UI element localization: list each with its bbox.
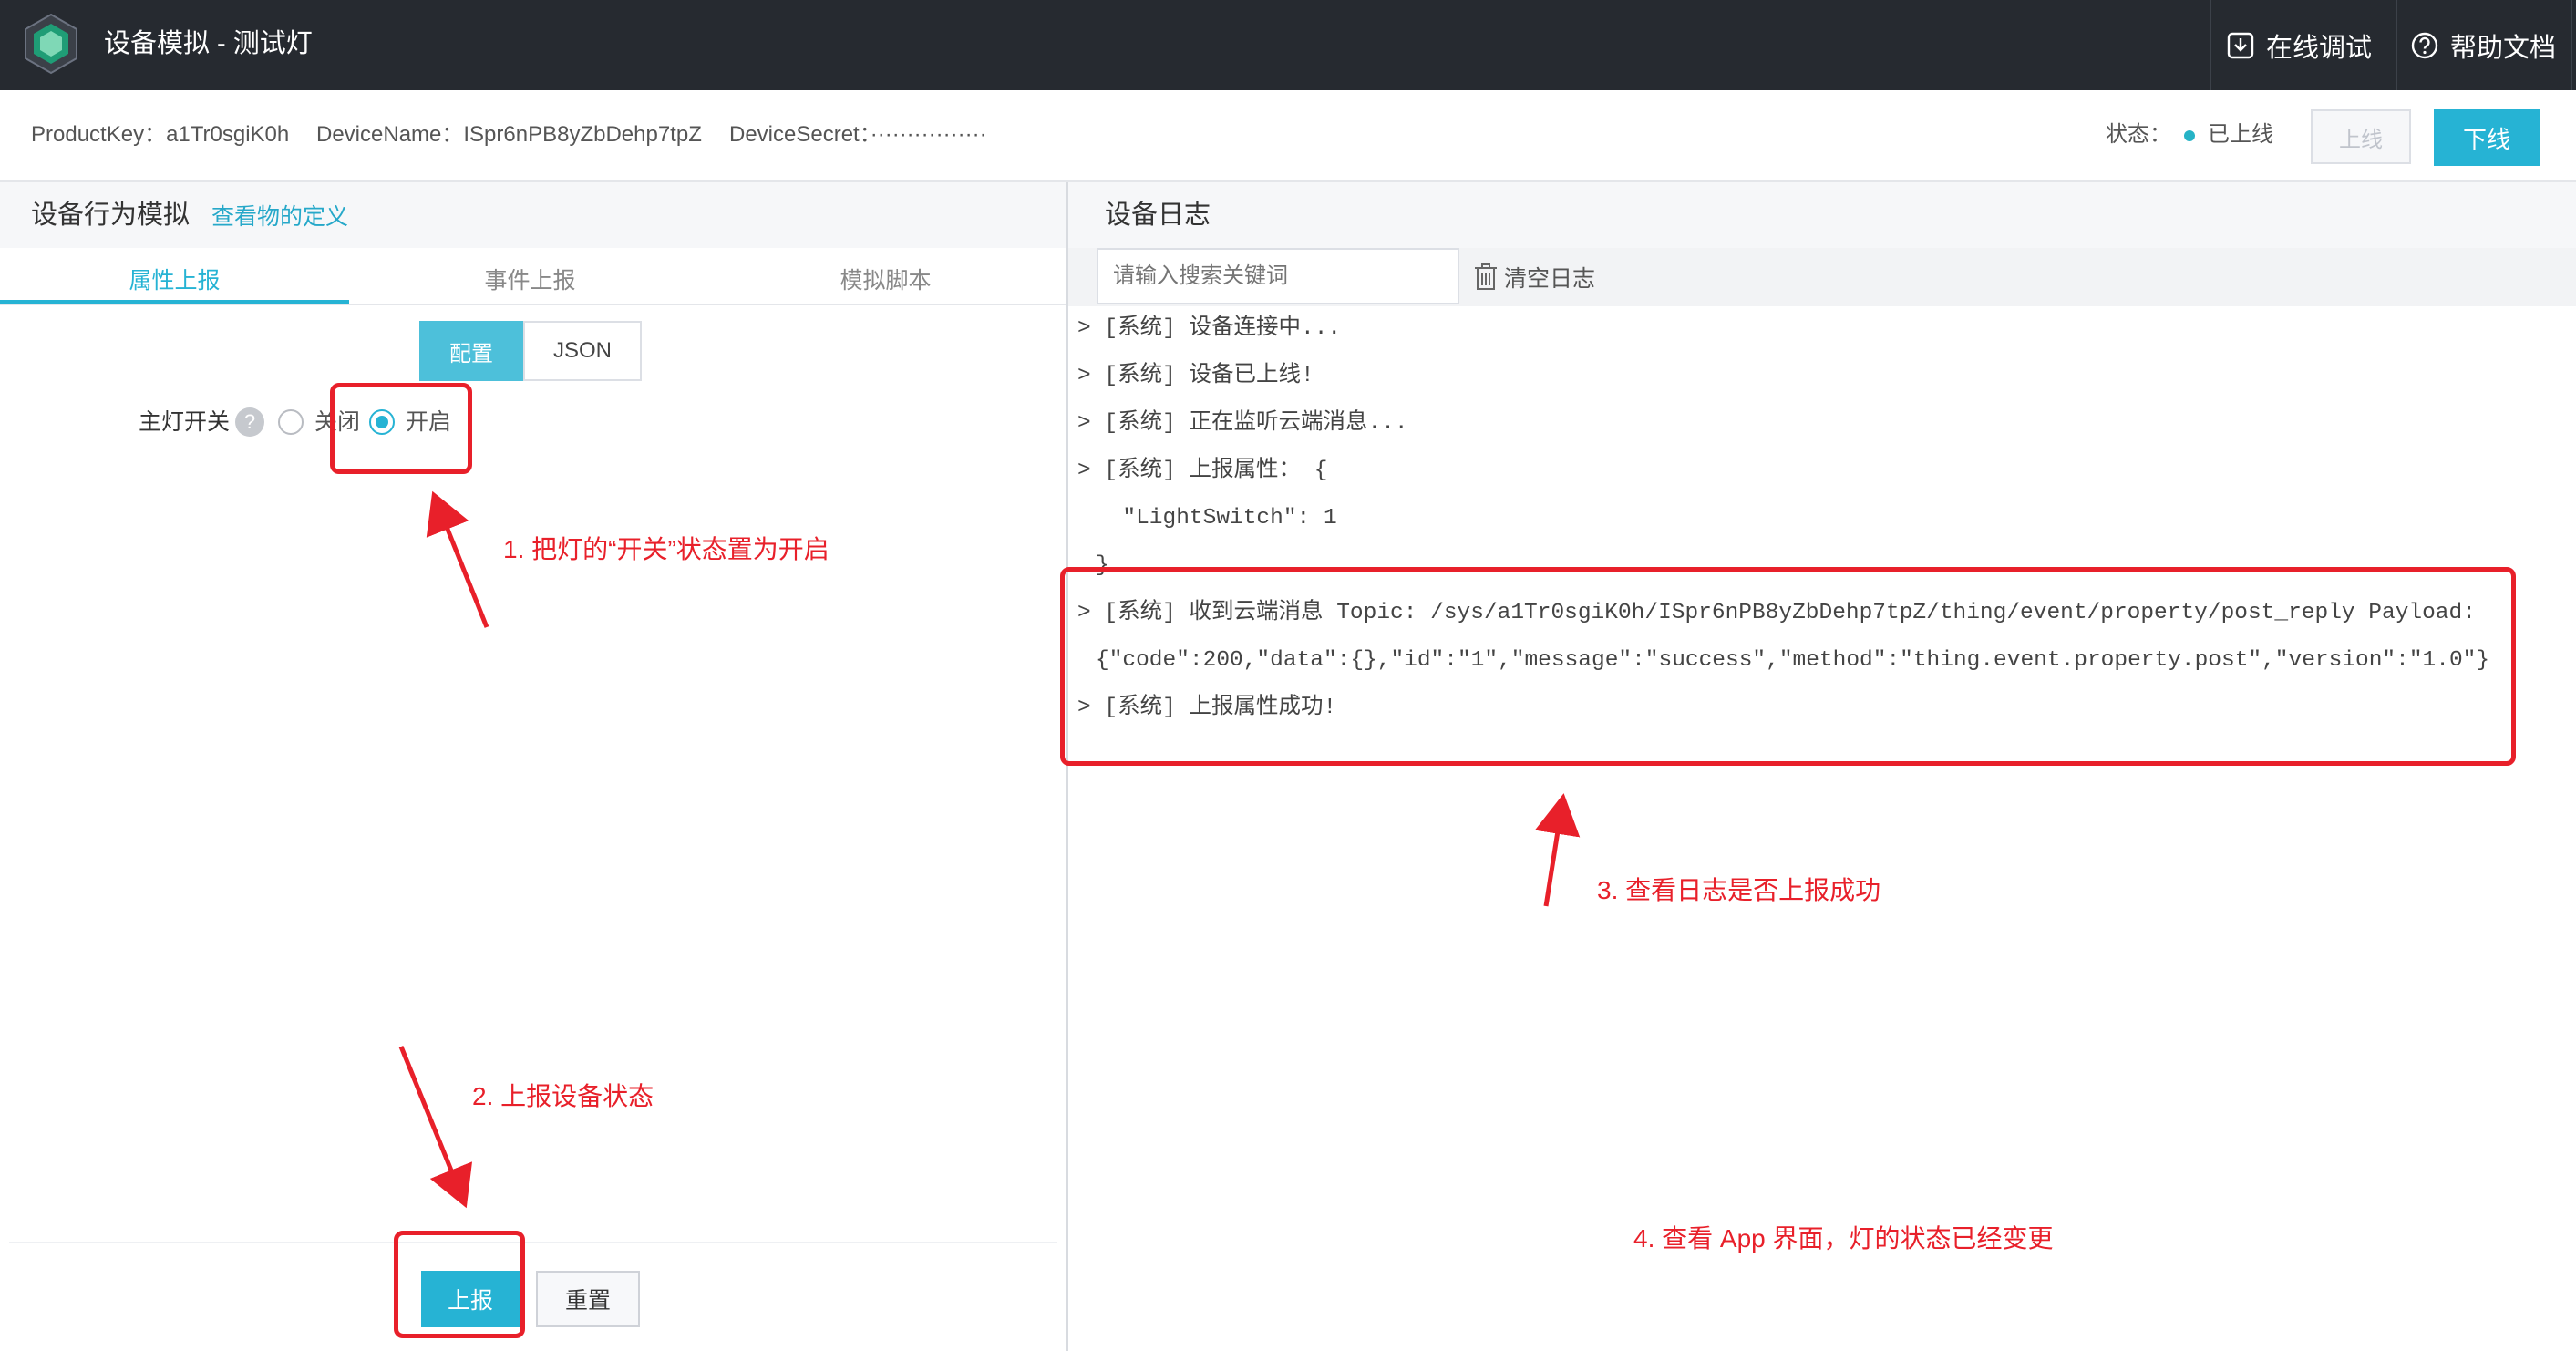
status-value: 已上线	[2208, 122, 2273, 147]
debug-download-icon	[2227, 32, 2254, 58]
device-name: DeviceName：ISpr6nPB8yZbDehp7tpZ	[316, 122, 702, 147]
topbar-divider	[2210, 0, 2211, 90]
topbar-divider	[2571, 0, 2572, 90]
reset-button[interactable]: 重置	[536, 1271, 640, 1327]
page-title: 设备模拟 - 测试灯	[104, 29, 313, 58]
annotation-step4: 4. 查看 App 界面，灯的状态已经变更	[1633, 1224, 2054, 1253]
offline-button[interactable]: 下线	[2434, 109, 2540, 166]
left-panel-title: 设备行为模拟	[31, 201, 191, 230]
clear-log-button[interactable]: 清空日志	[1473, 257, 1595, 297]
annotation-step2: 2. 上报设备状态	[472, 1082, 654, 1110]
topbar-divider	[2396, 0, 2397, 90]
tabs-divider	[0, 304, 1066, 305]
tab-event-report[interactable]: 事件上报	[355, 255, 705, 303]
tab-simulation-script[interactable]: 模拟脚本	[711, 255, 1060, 303]
log-line: > [系统] 设备连接中...	[1077, 316, 1342, 341]
online-debug-label: 在线调试	[2266, 33, 2373, 63]
annotation-highlight-report	[394, 1231, 525, 1338]
tab-property-report[interactable]: 属性上报	[0, 255, 349, 303]
mode-config-button[interactable]: 配置	[419, 321, 523, 381]
top-bar	[0, 0, 2576, 90]
panel-divider	[1066, 182, 1068, 1351]
log-line: > [系统] 正在监听云端消息...	[1077, 411, 1408, 436]
device-log-title: 设备日志	[1105, 201, 1211, 230]
annotation-step3: 3. 查看日志是否上报成功	[1597, 876, 1881, 904]
right-panel-header	[1068, 182, 2576, 248]
online-debug-button[interactable]: 在线调试	[2226, 0, 2372, 90]
clear-log-label: 清空日志	[1504, 266, 1596, 292]
product-key: ProductKey：a1Tr0sgiK0h	[31, 122, 290, 147]
help-docs-label: 帮助文档	[2450, 33, 2557, 63]
question-icon[interactable]: ?	[235, 407, 264, 437]
log-search-input[interactable]	[1097, 248, 1459, 304]
online-button[interactable]: 上线	[2311, 109, 2411, 164]
device-secret: DeviceSecret：················	[729, 122, 987, 147]
thing-definition-link[interactable]: 查看物的定义	[211, 199, 348, 235]
help-circle-icon	[2411, 32, 2438, 58]
arrow-step3	[1534, 793, 1581, 907]
status-label: 状态：	[2106, 122, 2171, 147]
log-line: > [系统] 设备已上线!	[1077, 364, 1314, 388]
form-footer-divider	[9, 1242, 1057, 1243]
app-logo-icon	[25, 13, 77, 75]
annotation-highlight-log	[1060, 567, 2516, 766]
main-light-switch-label: 主灯开关	[139, 409, 231, 435]
trash-icon	[1475, 263, 1497, 290]
annotation-highlight-switch	[330, 383, 472, 474]
active-tab-indicator	[0, 300, 349, 304]
log-line: "LightSwitch": 1	[1096, 506, 1337, 531]
log-line: > [系统] 上报属性： {	[1077, 459, 1328, 483]
status-dot-icon	[2184, 130, 2195, 141]
mode-json-button[interactable]: JSON	[523, 321, 642, 381]
help-docs-button[interactable]: 帮助文档	[2410, 0, 2556, 90]
annotation-step1: 1. 把灯的“开关”状态置为开启	[503, 535, 829, 563]
radio-off[interactable]	[278, 409, 304, 435]
